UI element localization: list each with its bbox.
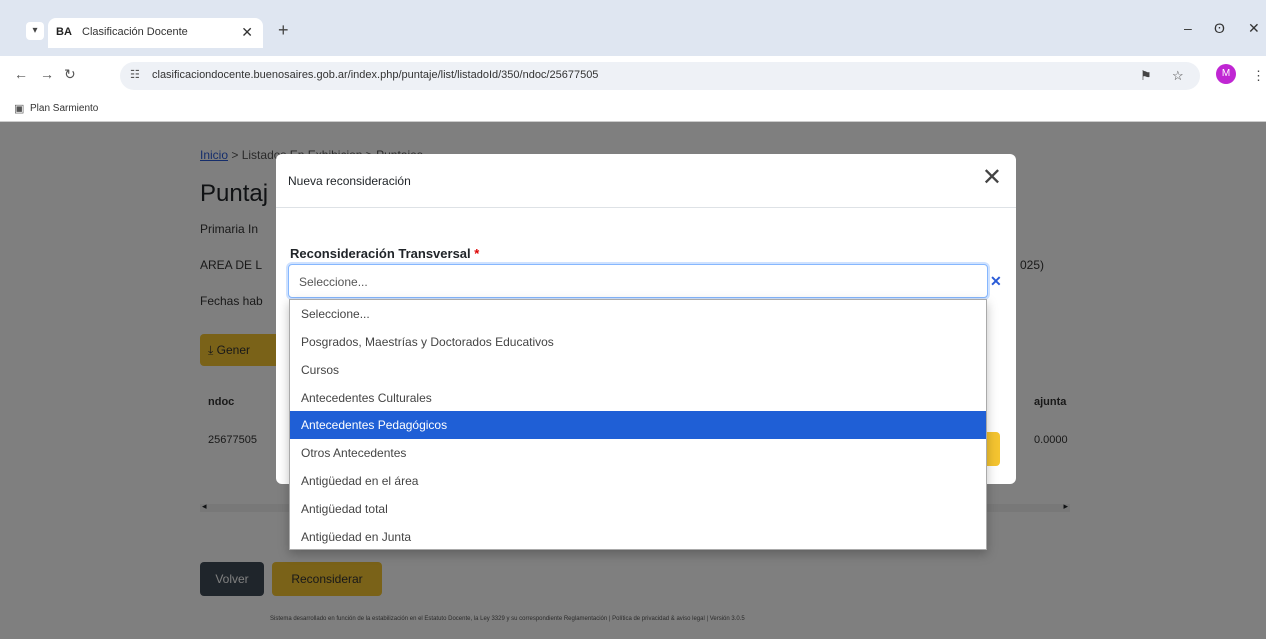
browser-tab-bar: ▾ BA Clasificación Docente ✕ + – ʘ ✕ [0,0,1266,56]
site-info-icon[interactable]: ☷ [130,68,140,81]
reconsideration-select[interactable]: Seleccione... [288,264,988,298]
option-item[interactable]: Otros Antecedentes [290,439,986,467]
option-item[interactable]: Posgrados, Maestrías y Doctorados Educat… [290,328,986,356]
option-item[interactable]: Cursos [290,356,986,384]
restore-icon[interactable]: ʘ [1214,20,1225,36]
tab-close-icon[interactable]: ✕ [241,24,253,41]
option-item-highlighted[interactable]: Antecedentes Pedagógicos [290,411,986,439]
forward-icon[interactable]: → [40,66,54,82]
browser-tab[interactable]: BA Clasificación Docente ✕ [48,18,263,48]
option-item[interactable]: Antigüedad en el área [290,467,986,495]
bookmark-plan-sarmiento[interactable]: Plan Sarmiento [30,103,98,114]
required-marker: * [474,246,480,261]
folder-icon: ▣ [14,103,25,115]
site-favicon-icon: BA [56,26,72,38]
option-item[interactable]: Antigüedad total [290,495,986,523]
reload-icon[interactable]: ↻ [64,66,76,83]
back-icon[interactable]: ← [14,66,28,82]
browser-toolbar: ← → ↻ ☷ clasificaciondocente.buenosaires… [0,56,1266,96]
address-bar[interactable]: ☷ clasificaciondocente.buenosaires.gob.a… [120,62,1200,90]
translate-icon[interactable]: ⚑ [1140,68,1152,84]
clear-selection-icon[interactable]: ✕ [990,273,1002,290]
select-dropdown: Seleccione... Posgrados, Maestrías y Doc… [289,299,987,550]
option-item[interactable]: Antecedentes Culturales [290,384,986,412]
select-value: Seleccione... [299,275,368,289]
window-close-icon[interactable]: ✕ [1248,20,1260,37]
bookmarks-bar: ▣ Plan Sarmiento [0,96,1266,122]
browser-menu-icon[interactable]: ⋮ [1252,68,1265,84]
url-text[interactable]: clasificaciondocente.buenosaires.gob.ar/… [152,69,598,81]
option-item[interactable]: Seleccione... [290,300,986,328]
option-item[interactable]: Antigüedad en Junta [290,523,986,551]
field-label-text: Reconsideración Transversal [290,246,471,261]
modal-title: Nueva reconsideración [288,174,411,188]
profile-avatar[interactable]: M [1216,64,1236,84]
modal-header: Nueva reconsideración ✕ [276,154,1016,208]
field-label: Reconsideración Transversal * [290,246,479,261]
bookmark-star-icon[interactable]: ☆ [1172,68,1184,84]
new-tab-icon[interactable]: + [278,20,289,41]
minimize-icon[interactable]: – [1184,20,1192,36]
modal-close-icon[interactable]: ✕ [982,166,1002,190]
tab-title: Clasificación Docente [82,26,188,38]
tab-search-icon[interactable]: ▾ [26,22,44,40]
